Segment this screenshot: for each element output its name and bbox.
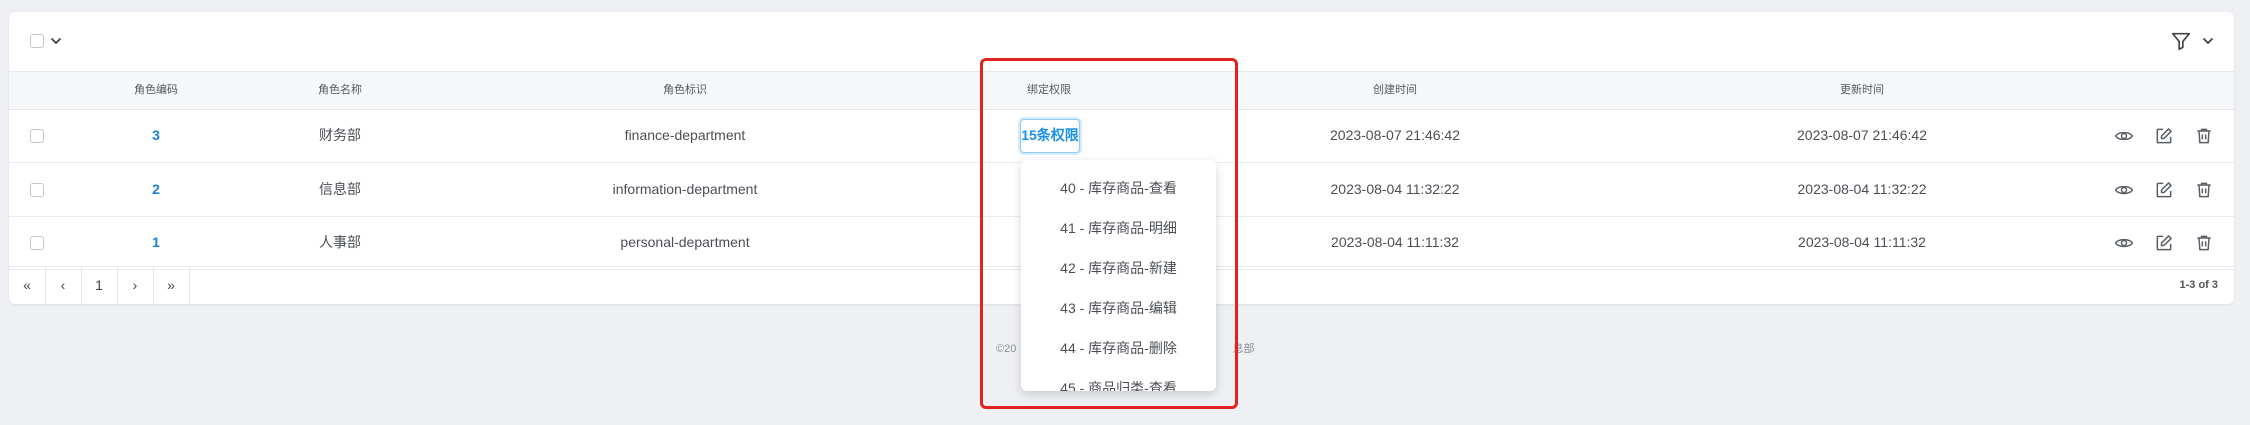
updated-time: 2023-08-04 11:11:32: [1798, 234, 1926, 250]
edit-icon[interactable]: [2154, 233, 2174, 253]
row-checkbox[interactable]: [30, 129, 44, 143]
permission-item[interactable]: 44 - 库存商品-删除: [1021, 328, 1216, 368]
role-key: information-department: [612, 181, 758, 197]
trash-icon[interactable]: [2194, 233, 2214, 253]
footer-org: 息部: [1232, 343, 1255, 355]
header-role-code[interactable]: 角色编码: [134, 72, 178, 109]
first-page-button[interactable]: «: [9, 267, 46, 304]
permission-item[interactable]: 40 - 库存商品-查看: [1021, 168, 1216, 208]
role-name: 财务部: [319, 127, 361, 143]
updated-time: 2023-08-04 11:32:22: [1797, 181, 1927, 197]
prev-page-button[interactable]: ‹: [45, 267, 82, 304]
trash-icon[interactable]: [2194, 180, 2214, 200]
page-number-button[interactable]: 1: [81, 267, 118, 304]
role-code[interactable]: 3: [152, 109, 160, 162]
pagination-range: 1-3 of 3: [2179, 279, 2218, 291]
permission-item[interactable]: 41 - 库存商品-明细: [1021, 208, 1216, 248]
header-role-key[interactable]: 角色标识: [663, 72, 707, 109]
trash-icon[interactable]: [2194, 126, 2214, 146]
next-page-button[interactable]: ›: [117, 267, 154, 304]
header-created-time[interactable]: 创建时间: [1373, 72, 1417, 109]
table-toolbar: [9, 12, 2234, 70]
role-key: finance-department: [624, 127, 746, 143]
edit-icon[interactable]: [2154, 126, 2174, 146]
role-name: 信息部: [319, 181, 361, 197]
header-permissions[interactable]: 绑定权限: [1027, 72, 1071, 109]
chevron-down-icon[interactable]: [50, 37, 62, 45]
permission-item[interactable]: 43 - 库存商品-编辑: [1021, 288, 1216, 328]
eye-icon[interactable]: [2114, 180, 2134, 200]
edit-icon[interactable]: [2154, 180, 2174, 200]
created-time: 2023-08-07 21:46:42: [1330, 127, 1460, 143]
role-key: personal-department: [620, 234, 750, 250]
row-checkbox[interactable]: [30, 183, 44, 197]
row-checkbox[interactable]: [30, 236, 44, 250]
permission-item[interactable]: 45 - 商品归类-查看: [1021, 368, 1216, 391]
last-page-button[interactable]: »: [153, 267, 190, 304]
role-name: 人事部: [319, 234, 361, 250]
role-code[interactable]: 1: [152, 216, 160, 269]
select-all-checkbox[interactable]: [30, 34, 44, 48]
created-time: 2023-08-04 11:11:32: [1331, 234, 1459, 250]
permissions-button[interactable]: 15条权限: [1020, 119, 1080, 153]
header-updated-time[interactable]: 更新时间: [1840, 72, 1884, 109]
permission-item[interactable]: 42 - 库存商品-新建: [1021, 248, 1216, 288]
eye-icon[interactable]: [2114, 126, 2134, 146]
footer-copyright: ©20: [996, 343, 1017, 355]
table-row: 3 财务部 finance-department 15条权限 2023-08-0…: [9, 109, 2234, 163]
created-time: 2023-08-04 11:32:22: [1330, 181, 1460, 197]
updated-time: 2023-08-07 21:46:42: [1797, 127, 1927, 143]
eye-icon[interactable]: [2114, 233, 2134, 253]
role-code[interactable]: 2: [152, 163, 160, 216]
permissions-dropdown: 40 - 库存商品-查看 41 - 库存商品-明细 42 - 库存商品-新建 4…: [1021, 160, 1216, 391]
filter-icon[interactable]: [2170, 30, 2192, 52]
table-header: 角色编码 角色名称 角色标识 绑定权限 创建时间 更新时间: [9, 71, 2234, 110]
header-role-name[interactable]: 角色名称: [318, 72, 362, 109]
chevron-down-icon[interactable]: [2202, 37, 2214, 45]
